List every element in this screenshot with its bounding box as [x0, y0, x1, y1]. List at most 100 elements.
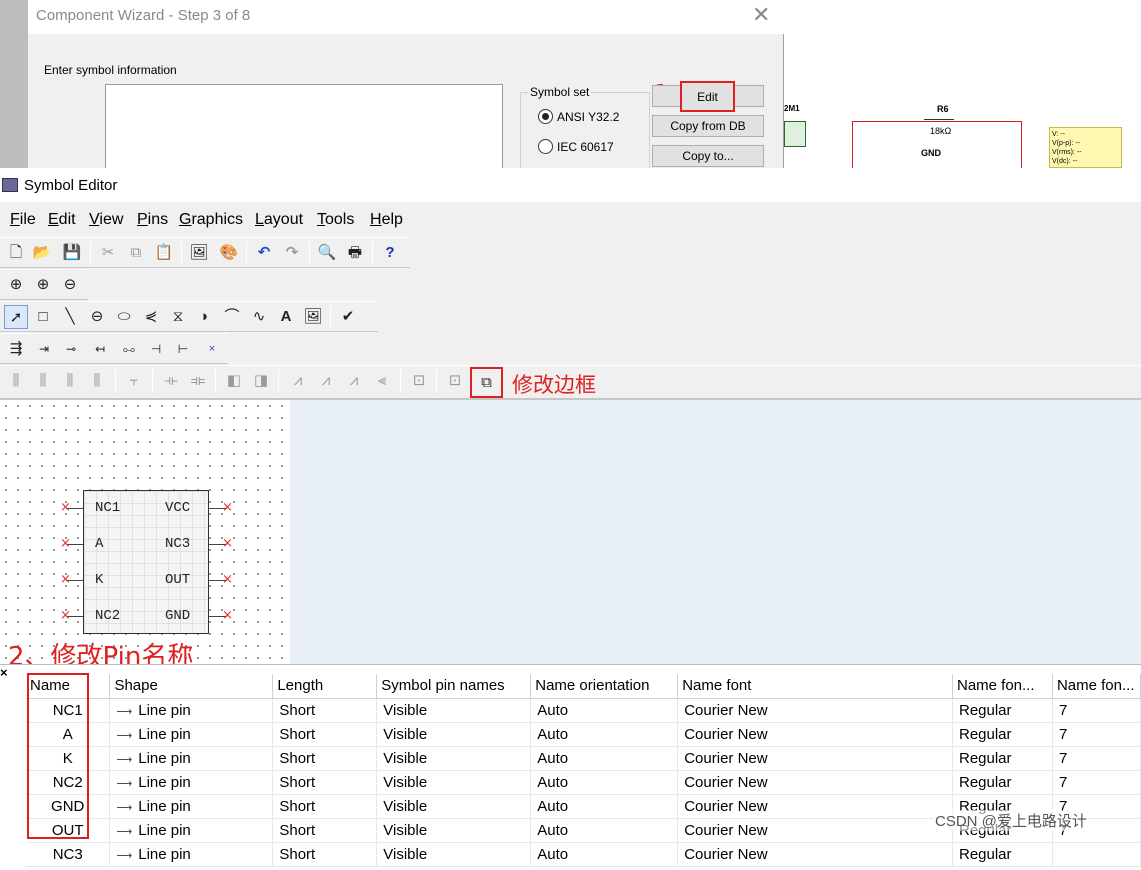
print-preview-icon[interactable]: 🔍 [315, 241, 339, 265]
iec-radio[interactable] [538, 139, 553, 154]
input-wedge-pin-icon[interactable]: ⊣ [144, 337, 168, 361]
resize-boundary-icon[interactable]: ⧉ [470, 367, 503, 398]
output-wedge-pin-icon[interactable]: ⊢ [171, 337, 195, 361]
align-left-icon[interactable]: ⫼ [4, 369, 28, 393]
table-cell[interactable]: Regular [952, 722, 1053, 747]
undo-icon[interactable]: ↶ [252, 241, 276, 265]
table-cell[interactable]: Courier New [677, 770, 953, 795]
table-cell[interactable]: Courier New [677, 794, 953, 819]
picture-tool-icon[interactable]: 🖼 [301, 305, 325, 329]
table-cell[interactable]: Auto [530, 698, 679, 723]
align-middle-icon[interactable]: ⫟ [122, 369, 146, 393]
table-cell[interactable]: Visible [376, 698, 532, 723]
circle-tool-icon[interactable]: ⊖ [85, 305, 109, 329]
drawing-canvas[interactable]: × NC1 × A × K × NC2 × VCC × NC3 × OUT × … [0, 398, 1141, 672]
table-cell[interactable]: Short [272, 770, 378, 795]
menu-layout[interactable]: Layout [255, 211, 303, 229]
open-folder-icon[interactable]: 📂 [30, 241, 54, 265]
group-icon[interactable]: ⊡ [407, 369, 431, 393]
zero-length-pin-icon[interactable]: × [200, 337, 224, 361]
table-cell[interactable]: Auto [530, 722, 679, 747]
line-pin-icon[interactable]: ⇥ [32, 337, 56, 361]
help-icon[interactable]: ? [378, 241, 402, 265]
pin-shape-cell[interactable]: ⟶ Line pin [109, 842, 274, 867]
zoom-out-icon[interactable]: ⊖ [58, 273, 82, 297]
zoom-in-icon[interactable]: ⊕ [31, 273, 55, 297]
polygon-tool-icon[interactable]: ⧖ [166, 305, 190, 329]
table-cell[interactable]: Short [272, 746, 378, 771]
table-cell[interactable]: Short [272, 698, 378, 723]
zoom-area-icon[interactable]: ⊕ [4, 273, 28, 297]
table-cell[interactable]: Courier New [677, 722, 953, 747]
table-cell[interactable]: Regular [952, 698, 1053, 723]
space-horizontal-icon[interactable]: ⟛ [159, 369, 183, 393]
align-center-icon[interactable]: ⫼ [31, 369, 55, 393]
rectangle-tool-icon[interactable]: □ [31, 305, 55, 329]
table-row[interactable]: K ⟶ Line pin Short Visible Auto Courier New Reg… [26, 746, 1141, 771]
align-bottom-icon[interactable]: ⫼ [85, 369, 109, 393]
align-top-icon[interactable]: ⫼ [58, 369, 82, 393]
copy-from-db-button[interactable]: Copy from DB [652, 115, 764, 137]
cut-icon[interactable]: ✂ [96, 241, 120, 265]
table-row[interactable]: NC3 ⟶ Line pin Short Visible Auto Courier New R… [26, 842, 1141, 867]
pin-shape-cell[interactable]: ⟶ Line pin [109, 698, 274, 723]
pin-shape-cell[interactable]: ⟶ Line pin [109, 746, 274, 771]
column-header[interactable]: Name orientation [530, 674, 679, 699]
table-cell[interactable]: Visible [376, 722, 532, 747]
menu-edit[interactable]: Edit [48, 211, 76, 229]
table-cell[interactable]: Auto [530, 770, 679, 795]
table-cell[interactable]: Visible [376, 770, 532, 795]
table-cell[interactable]: Regular [952, 770, 1053, 795]
save-icon[interactable]: 💾 [60, 241, 84, 265]
line-tool-icon[interactable]: ╲ [58, 305, 82, 329]
pin-name-cell[interactable]: NC3 [26, 842, 111, 867]
table-row[interactable]: NC2 ⟶ Line pin Short Visible Auto Courier New R… [26, 770, 1141, 795]
flip-vertical-icon[interactable]: ⩘ [314, 369, 338, 393]
text-tool-icon[interactable]: A [274, 305, 298, 329]
send-back-icon[interactable]: ◨ [249, 369, 273, 393]
half-arc-tool-icon[interactable]: ⌒ [220, 305, 244, 329]
new-file-icon[interactable]: 🗋 [4, 241, 28, 265]
menu-view[interactable]: View [89, 211, 123, 229]
pin-array-icon[interactable]: ⇶ [4, 337, 28, 361]
table-cell[interactable]: Auto [530, 794, 679, 819]
bring-front-icon[interactable]: ◧ [222, 369, 246, 393]
pin-shape-cell[interactable]: ⟶ Line pin [109, 794, 274, 819]
table-cell[interactable]: Visible [376, 794, 532, 819]
table-cell[interactable]: Courier New [677, 818, 953, 843]
table-row[interactable]: NC1 ⟶ Line pin Short Visible Auto Courier New R… [26, 698, 1141, 723]
flip-horizontal-icon[interactable]: ⩘ [286, 369, 310, 393]
table-cell[interactable]: Short [272, 722, 378, 747]
table-cell[interactable]: Auto [530, 746, 679, 771]
table-cell[interactable]: Short [272, 842, 378, 867]
table-cell[interactable]: Short [272, 794, 378, 819]
copy-icon[interactable]: ⧉ [124, 241, 148, 265]
dot-clock-pin-icon[interactable]: ⧟ [117, 337, 141, 361]
menu-tools[interactable]: Tools [317, 211, 354, 229]
polyline-tool-icon[interactable]: ⋞ [139, 305, 163, 329]
symbol-info-textarea[interactable] [105, 84, 503, 174]
clock-pin-icon[interactable]: ↤ [88, 337, 112, 361]
menu-pins[interactable]: Pins [137, 211, 168, 229]
table-row[interactable]: A ⟶ Line pin Short Visible Auto Courier New Reg… [26, 722, 1141, 747]
print-icon[interactable]: 🖶 [343, 241, 367, 265]
space-vertical-icon[interactable]: ⟚ [186, 369, 210, 393]
column-header[interactable]: Length [272, 674, 378, 699]
table-cell[interactable]: Short [272, 818, 378, 843]
table-cell[interactable]: Auto [530, 842, 679, 867]
ellipse-tool-icon[interactable]: ⬭ [112, 305, 136, 329]
menu-help[interactable]: Help [370, 211, 403, 229]
pin-shape-cell[interactable]: ⟶ Line pin [109, 722, 274, 747]
column-header[interactable]: Name font [677, 674, 953, 699]
table-cell[interactable]: Courier New [677, 842, 953, 867]
table-cell[interactable]: 7 [1052, 770, 1141, 795]
table-cell[interactable]: Courier New [677, 698, 953, 723]
edit-button[interactable]: Edit [680, 81, 735, 112]
table-cell[interactable]: Visible [376, 818, 532, 843]
column-header[interactable]: Symbol pin names [376, 674, 532, 699]
check-symbol-icon[interactable]: ✔ [336, 305, 360, 329]
column-header[interactable]: Shape [109, 674, 274, 699]
table-cell[interactable]: 7 [1052, 722, 1141, 747]
rotate-cw-icon[interactable]: ⩘ [342, 369, 366, 393]
menu-graphics[interactable]: Graphics [179, 211, 243, 229]
